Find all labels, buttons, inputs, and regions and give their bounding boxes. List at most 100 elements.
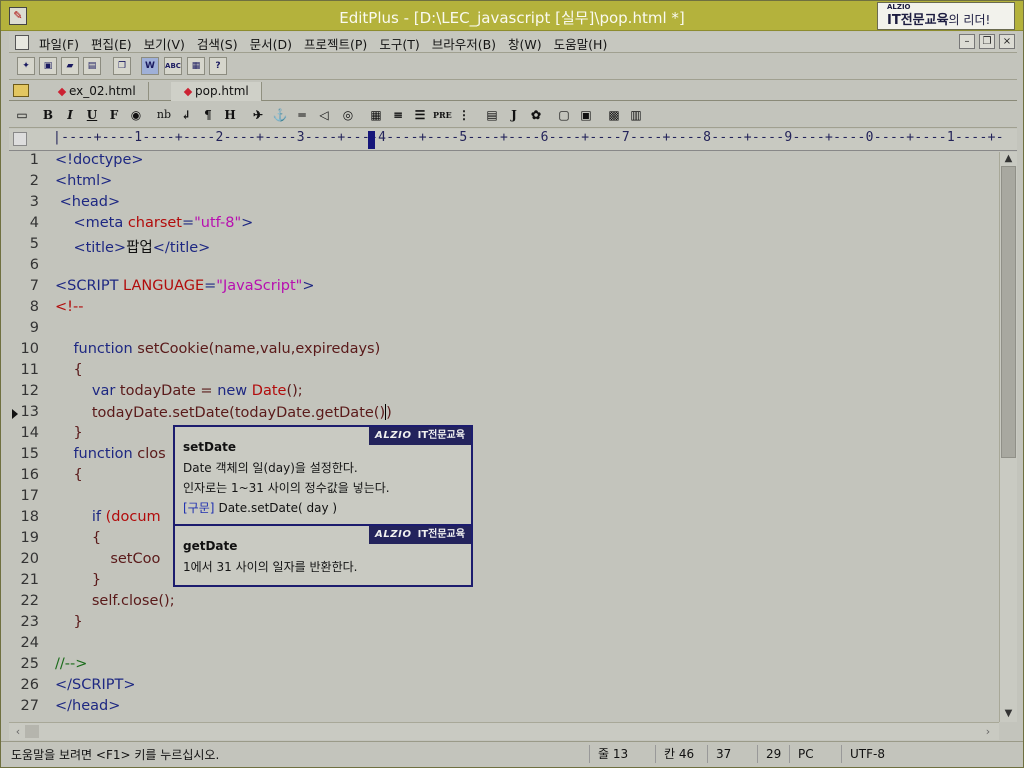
code-line[interactable]: 10 function setCookie(name,valu,expireda… bbox=[9, 341, 999, 362]
menu-edit[interactable]: 편집(E) bbox=[91, 34, 132, 53]
align-icon[interactable]: ☰ bbox=[411, 106, 429, 124]
code-line[interactable]: 15 function clos bbox=[9, 446, 999, 467]
line-code[interactable]: function clos bbox=[55, 446, 165, 462]
pre-button[interactable]: PRE bbox=[433, 106, 452, 124]
script-button[interactable]: J bbox=[505, 106, 523, 124]
close-document-button[interactable]: × bbox=[999, 34, 1015, 49]
line-code[interactable]: </SCRIPT> bbox=[55, 677, 135, 693]
font-button[interactable]: F bbox=[105, 106, 123, 124]
line-code[interactable]: <title>팝업</title> bbox=[55, 236, 210, 257]
code-line[interactable]: 21 } bbox=[9, 572, 999, 593]
code-line[interactable]: 16 { bbox=[9, 467, 999, 488]
copy-icon[interactable]: ❐ bbox=[113, 57, 131, 75]
anchor-icon[interactable]: ⚓ bbox=[271, 106, 289, 124]
scroll-right-icon[interactable]: › bbox=[981, 724, 995, 739]
horizontal-rule-icon[interactable]: ═ bbox=[293, 106, 311, 124]
line-code[interactable]: <html> bbox=[55, 173, 112, 189]
scroll-up-icon[interactable]: ▲ bbox=[1000, 152, 1017, 166]
code-line[interactable]: 4 <meta charset="utf-8"> bbox=[9, 215, 999, 236]
context-help-button[interactable]: ? bbox=[209, 57, 227, 75]
style-icon[interactable]: ✿ bbox=[527, 106, 545, 124]
menu-tools[interactable]: 도구(T) bbox=[379, 34, 419, 53]
code-line[interactable]: 17 bbox=[9, 488, 999, 509]
horizontal-scroll-thumb[interactable] bbox=[25, 725, 39, 738]
menu-view[interactable]: 보기(V) bbox=[144, 34, 185, 53]
scroll-left-icon[interactable]: ‹ bbox=[11, 724, 25, 739]
line-code[interactable]: <head> bbox=[55, 194, 121, 210]
line-code[interactable]: <SCRIPT LANGUAGE="JavaScript"> bbox=[55, 278, 314, 294]
html-toolbar-icon[interactable]: ▭ bbox=[13, 106, 31, 124]
code-line[interactable]: 2 <html> bbox=[9, 173, 999, 194]
document-icon[interactable] bbox=[15, 35, 29, 50]
comment-icon[interactable]: ◁ bbox=[315, 106, 333, 124]
save-all-icon[interactable]: ▤ bbox=[83, 57, 101, 75]
code-line[interactable]: 25 //--> bbox=[9, 656, 999, 677]
line-code[interactable]: <!doctype> bbox=[55, 152, 144, 168]
line-break-button[interactable]: ↲ bbox=[177, 106, 195, 124]
menu-document[interactable]: 문서(D) bbox=[250, 34, 292, 53]
line-code[interactable]: function setCookie(name,valu,expiredays) bbox=[55, 341, 380, 357]
form-icon[interactable]: ▤ bbox=[483, 106, 501, 124]
italic-button[interactable]: I bbox=[61, 106, 79, 124]
menu-help[interactable]: 도움말(H) bbox=[554, 34, 608, 53]
vertical-scroll-thumb[interactable] bbox=[1001, 166, 1016, 458]
code-line[interactable]: 20 setCoo bbox=[9, 551, 999, 572]
code-line[interactable]: 23 } bbox=[9, 614, 999, 635]
preview-icon[interactable]: ▥ bbox=[627, 106, 645, 124]
line-code[interactable]: } bbox=[55, 425, 82, 441]
new-file-icon[interactable]: ✦ bbox=[17, 57, 35, 75]
minimize-button[interactable]: – bbox=[959, 34, 975, 49]
vertical-scrollbar[interactable]: ▲ ▼ bbox=[999, 152, 1017, 722]
code-line[interactable]: 19 { bbox=[9, 530, 999, 551]
code-line[interactable]: 11 { bbox=[9, 362, 999, 383]
word-wrap-button[interactable]: W bbox=[141, 57, 159, 75]
code-line[interactable]: 5 <title>팝업</title> bbox=[9, 236, 999, 257]
screen-icon[interactable]: ▦ bbox=[187, 57, 205, 75]
line-code[interactable]: todayDate.setDate(todayDate.getDate()) bbox=[55, 404, 392, 421]
code-line[interactable]: 12 var todayDate = new Date(); bbox=[9, 383, 999, 404]
layer-icon[interactable]: ▣ bbox=[577, 106, 595, 124]
code-line[interactable]: 6 bbox=[9, 257, 999, 278]
menu-file[interactable]: 파일(F) bbox=[39, 34, 79, 53]
restore-button[interactable]: ❐ bbox=[979, 34, 995, 49]
color-icon[interactable]: ◉ bbox=[127, 106, 145, 124]
abc-button[interactable]: ABC bbox=[164, 57, 182, 75]
line-code[interactable]: <!-- bbox=[55, 299, 83, 315]
nbsp-button[interactable]: nb bbox=[155, 106, 173, 124]
line-code[interactable]: if (docum bbox=[55, 509, 161, 525]
code-line[interactable]: 1 <!doctype> bbox=[9, 152, 999, 173]
code-line[interactable]: 24 bbox=[9, 635, 999, 656]
open-folder-icon[interactable]: ▰ bbox=[61, 57, 79, 75]
horizontal-scrollbar[interactable]: ‹ › bbox=[9, 722, 999, 740]
line-code[interactable]: } bbox=[55, 614, 82, 630]
folder-icon[interactable] bbox=[13, 84, 29, 97]
code-line[interactable]: 8 <!-- bbox=[9, 299, 999, 320]
code-line[interactable]: 18 if (docum bbox=[9, 509, 999, 530]
line-code[interactable]: //--> bbox=[55, 656, 87, 672]
code-line[interactable]: 26 </SCRIPT> bbox=[9, 677, 999, 698]
line-code[interactable]: self.close(); bbox=[55, 593, 175, 609]
line-code[interactable]: </head> bbox=[55, 698, 120, 714]
color-grid-icon[interactable]: ▩ bbox=[605, 106, 623, 124]
frame-icon[interactable]: ▢ bbox=[555, 106, 573, 124]
code-editor[interactable]: 1 <!doctype> 2 <html> 3 <head> 4 <meta charse… bbox=[9, 152, 999, 722]
tab-ex-02-html[interactable]: ex_02.html bbox=[45, 82, 149, 101]
code-line[interactable]: 14 } bbox=[9, 425, 999, 446]
menu-browser[interactable]: 브라우저(B) bbox=[432, 34, 496, 53]
line-code[interactable]: } bbox=[55, 572, 101, 588]
code-line[interactable]: 3 <head> bbox=[9, 194, 999, 215]
menu-project[interactable]: 프로젝트(P) bbox=[304, 34, 367, 53]
menu-search[interactable]: 검색(S) bbox=[197, 34, 238, 53]
target-icon[interactable]: ◎ bbox=[339, 106, 357, 124]
scroll-down-icon[interactable]: ▼ bbox=[1000, 707, 1017, 721]
paragraph-button[interactable]: ¶ bbox=[199, 106, 217, 124]
menu-window[interactable]: 창(W) bbox=[508, 34, 542, 53]
code-line[interactable]: 13 todayDate.setDate(todayDate.getDate()… bbox=[9, 404, 999, 425]
bold-button[interactable]: B bbox=[39, 106, 57, 124]
line-code[interactable]: <meta charset="utf-8"> bbox=[55, 215, 253, 231]
code-line[interactable]: 27 </head> bbox=[9, 698, 999, 719]
code-line[interactable]: 7 <SCRIPT LANGUAGE="JavaScript"> bbox=[9, 278, 999, 299]
line-code[interactable]: { bbox=[55, 530, 101, 546]
image-icon[interactable]: ✈ bbox=[249, 106, 267, 124]
heading-button[interactable]: H bbox=[221, 106, 239, 124]
